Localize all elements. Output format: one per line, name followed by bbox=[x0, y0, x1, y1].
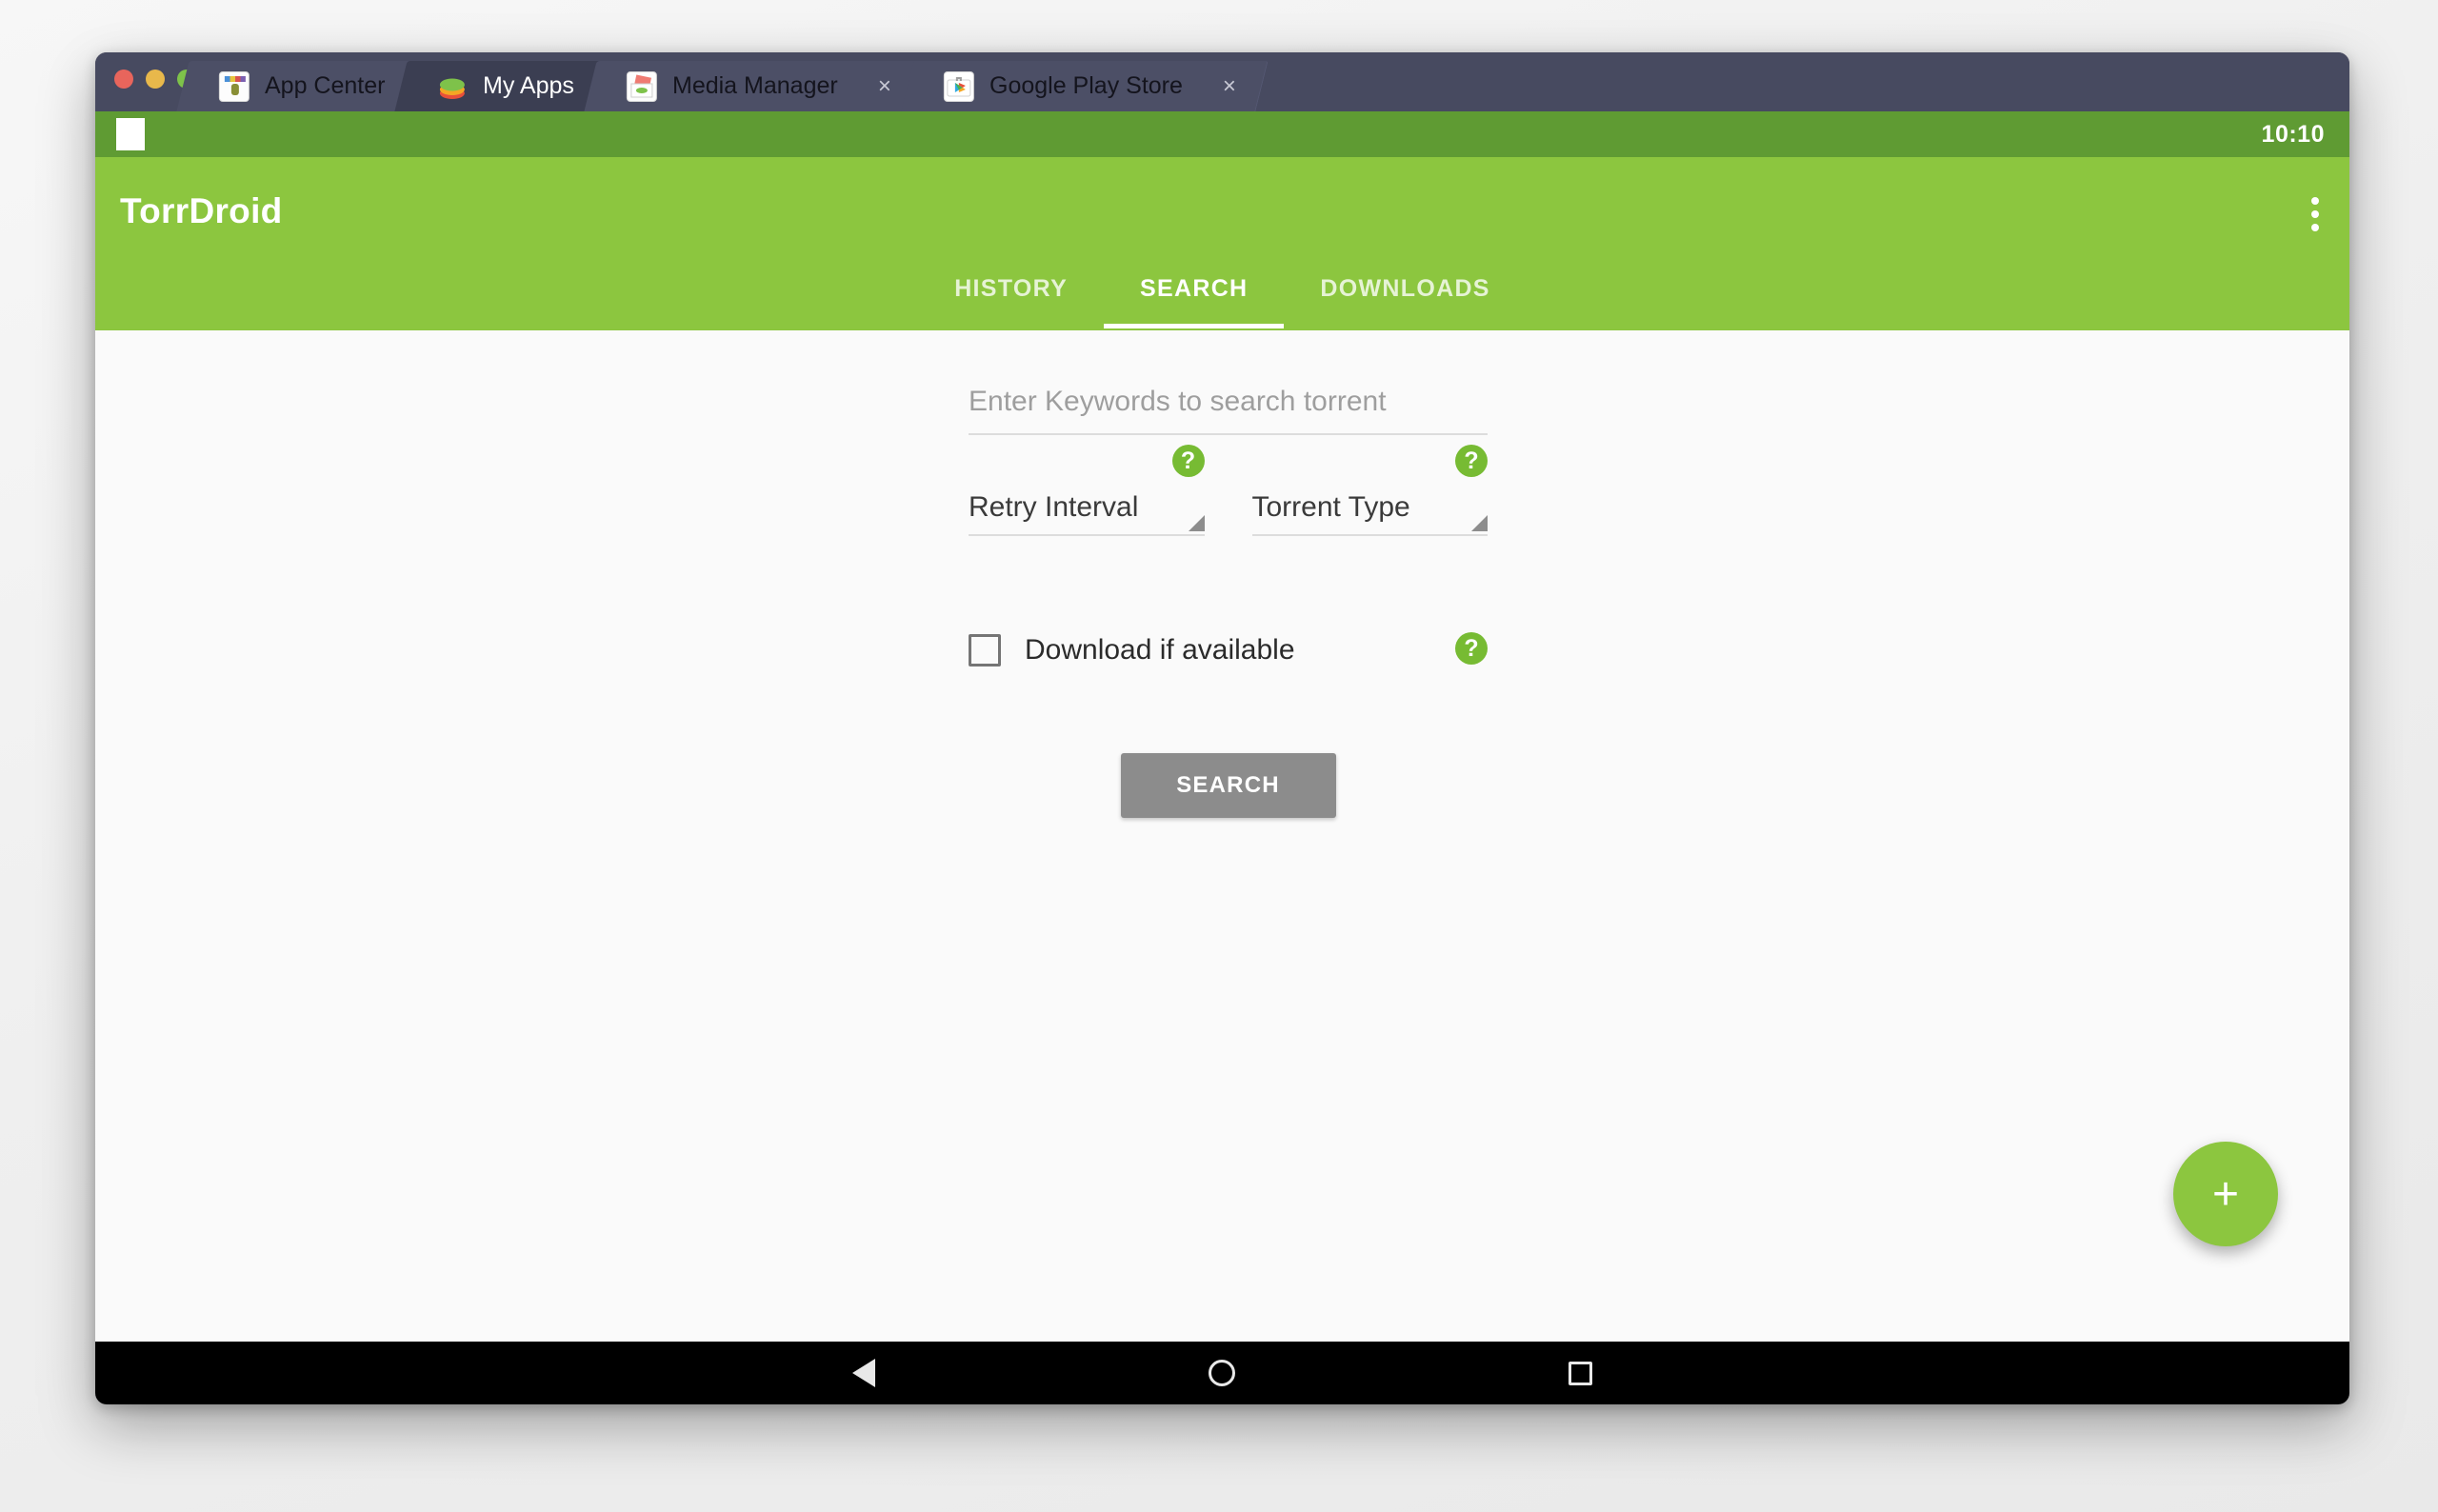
app-bar: TorrDroid bbox=[95, 157, 2349, 273]
torrent-type-spinner[interactable]: ? Torrent Type bbox=[1251, 445, 1488, 536]
tab-google-play-store[interactable]: Google Play Store × bbox=[901, 61, 1269, 111]
add-fab-button[interactable]: + bbox=[2173, 1142, 2278, 1246]
tab-downloads[interactable]: DOWNLOADS bbox=[1284, 273, 1526, 328]
minimize-window-button[interactable] bbox=[146, 70, 165, 89]
close-icon[interactable]: × bbox=[878, 73, 891, 99]
more-options-icon[interactable] bbox=[2311, 197, 2319, 231]
dropdown-arrow-icon bbox=[1188, 515, 1205, 531]
help-icon[interactable]: ? bbox=[1455, 632, 1488, 665]
app-center-icon bbox=[219, 70, 250, 102]
search-tab-content: Enter Keywords to search torrent ? Retry… bbox=[95, 330, 2349, 1342]
window-tabs: App Center My Apps Media Manager × Googl… bbox=[176, 52, 1269, 111]
torrent-type-label: Torrent Type bbox=[1251, 491, 1410, 523]
tab-label: Media Manager bbox=[672, 72, 839, 99]
help-icon[interactable]: ? bbox=[1455, 445, 1488, 477]
retry-interval-spinner[interactable]: ? Retry Interval bbox=[969, 445, 1205, 536]
media-manager-icon bbox=[627, 70, 658, 102]
bluestacks-layers-icon bbox=[437, 71, 468, 102]
tab-media-manager[interactable]: Media Manager × bbox=[584, 61, 924, 111]
recents-square-icon[interactable] bbox=[1569, 1361, 1592, 1385]
search-input[interactable]: Enter Keywords to search torrent bbox=[969, 370, 1488, 435]
tab-app-center[interactable]: App Center bbox=[176, 61, 418, 111]
white-square-notification-icon bbox=[116, 118, 145, 150]
download-if-available-checkbox[interactable] bbox=[969, 634, 1001, 666]
search-input-placeholder: Enter Keywords to search torrent bbox=[969, 386, 1387, 417]
android-status-bar: 10:10 bbox=[95, 111, 2349, 157]
google-play-icon bbox=[944, 70, 975, 102]
tab-label: My Apps bbox=[483, 72, 575, 99]
android-screen: 10:10 TorrDroid HISTORY SEARCH DOWNLOADS… bbox=[95, 111, 2349, 1404]
status-clock: 10:10 bbox=[2261, 120, 2325, 148]
close-icon[interactable]: × bbox=[1223, 73, 1236, 99]
home-circle-icon[interactable] bbox=[1209, 1360, 1235, 1386]
page-title: TorrDroid bbox=[120, 191, 283, 230]
tab-history[interactable]: HISTORY bbox=[918, 273, 1104, 328]
back-triangle-icon[interactable] bbox=[852, 1359, 875, 1387]
close-window-button[interactable] bbox=[114, 70, 133, 89]
desktop-background: App Center My Apps Media Manager × Googl… bbox=[0, 0, 2438, 1512]
tab-my-apps[interactable]: My Apps bbox=[394, 61, 607, 111]
download-if-available-row: Download if available ? bbox=[969, 629, 1488, 671]
bluestacks-window: App Center My Apps Media Manager × Googl… bbox=[95, 52, 2349, 1404]
android-nav-bar bbox=[95, 1342, 2349, 1404]
search-form: Enter Keywords to search torrent ? Retry… bbox=[969, 370, 1488, 818]
search-submit-button[interactable]: SEARCH bbox=[1120, 753, 1336, 818]
retry-interval-label: Retry Interval bbox=[969, 491, 1139, 523]
tab-search[interactable]: SEARCH bbox=[1104, 273, 1285, 328]
help-icon[interactable]: ? bbox=[1171, 445, 1205, 477]
spinner-row: ? Retry Interval ? Torrent Type bbox=[969, 445, 1488, 536]
tab-label: App Center bbox=[265, 72, 386, 99]
dropdown-arrow-icon bbox=[1471, 515, 1488, 531]
app-tab-bar: HISTORY SEARCH DOWNLOADS bbox=[95, 273, 2349, 330]
tab-label: Google Play Store bbox=[989, 72, 1183, 99]
download-if-available-label: Download if available bbox=[1025, 634, 1295, 666]
window-titlebar: App Center My Apps Media Manager × Googl… bbox=[95, 52, 2349, 111]
